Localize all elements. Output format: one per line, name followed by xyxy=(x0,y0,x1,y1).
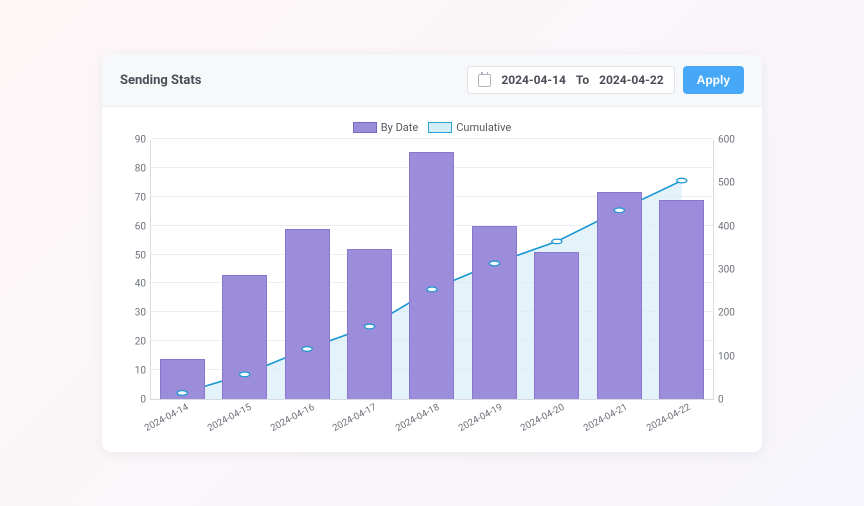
cumulative-point xyxy=(364,324,374,329)
y-left-tick: 40 xyxy=(116,279,146,290)
x-tick-label: 2024-04-22 xyxy=(645,402,693,434)
y-left-tick: 60 xyxy=(116,221,146,232)
plot xyxy=(150,140,714,400)
y-left-tick: 30 xyxy=(116,308,146,319)
date-from: 2024-04-14 xyxy=(501,73,566,87)
x-slot: 2024-04-16 xyxy=(275,400,338,434)
x-slot: 2024-04-22 xyxy=(651,400,714,434)
x-axis: 2024-04-142024-04-152024-04-162024-04-17… xyxy=(150,400,714,434)
y-left-tick: 90 xyxy=(116,135,146,146)
y-right-tick: 500 xyxy=(718,178,748,189)
calendar-icon xyxy=(478,74,491,87)
y-left-tick: 10 xyxy=(116,366,146,377)
y-left-tick: 50 xyxy=(116,250,146,261)
x-tick-label: 2024-04-14 xyxy=(143,402,191,434)
stats-card: Sending Stats 2024-04-14 To 2024-04-22 A… xyxy=(102,54,762,452)
cumulative-point xyxy=(240,372,250,377)
cumulative-points xyxy=(151,140,713,399)
y-right-tick: 0 xyxy=(718,395,748,406)
legend-by-date: By Date xyxy=(353,121,418,134)
x-tick-label: 2024-04-20 xyxy=(519,402,567,434)
y-right-tick: 300 xyxy=(718,265,748,276)
x-tick-label: 2024-04-21 xyxy=(582,402,630,434)
legend-by-date-label: By Date xyxy=(381,121,418,134)
y-right-tick: 600 xyxy=(718,135,748,146)
header-controls: 2024-04-14 To 2024-04-22 Apply xyxy=(467,66,744,94)
x-slot: 2024-04-17 xyxy=(338,400,401,434)
y-axis-left: 0102030405060708090 xyxy=(120,140,150,400)
x-tick-label: 2024-04-17 xyxy=(331,402,379,434)
y-axis-right: 0100200300400500600 xyxy=(714,140,744,400)
y-left-tick: 80 xyxy=(116,163,146,174)
cumulative-point xyxy=(614,208,624,213)
date-to-label: To xyxy=(576,73,589,87)
x-slot: 2024-04-14 xyxy=(150,400,213,434)
x-tick-label: 2024-04-15 xyxy=(206,402,254,434)
cumulative-point xyxy=(302,347,312,352)
chart-legend: By Date Cumulative xyxy=(120,121,744,134)
y-right-tick: 400 xyxy=(718,221,748,232)
cumulative-point xyxy=(427,287,437,292)
date-to: 2024-04-22 xyxy=(599,73,664,87)
y-right-tick: 200 xyxy=(718,308,748,319)
cumulative-point xyxy=(552,239,562,244)
x-tick-label: 2024-04-18 xyxy=(394,402,442,434)
x-tick-label: 2024-04-16 xyxy=(269,402,317,434)
x-slot: 2024-04-15 xyxy=(213,400,276,434)
legend-bar-swatch-icon xyxy=(353,122,377,133)
x-slot: 2024-04-19 xyxy=(463,400,526,434)
y-left-tick: 70 xyxy=(116,192,146,203)
x-slot: 2024-04-21 xyxy=(589,400,652,434)
legend-line-swatch-icon xyxy=(428,122,452,133)
card-title: Sending Stats xyxy=(120,73,201,88)
y-right-tick: 100 xyxy=(718,351,748,362)
cumulative-point xyxy=(677,178,687,183)
date-range-picker[interactable]: 2024-04-14 To 2024-04-22 xyxy=(467,66,674,94)
x-slot: 2024-04-20 xyxy=(526,400,589,434)
cumulative-point xyxy=(177,391,187,396)
y-left-tick: 20 xyxy=(116,337,146,348)
card-header: Sending Stats 2024-04-14 To 2024-04-22 A… xyxy=(102,54,762,107)
apply-button[interactable]: Apply xyxy=(683,66,744,94)
chart-body: By Date Cumulative 0102030405060708090 0… xyxy=(102,107,762,452)
legend-cumulative-label: Cumulative xyxy=(456,121,511,134)
grid-line xyxy=(151,138,713,139)
plot-area: 0102030405060708090 0100200300400500600 xyxy=(120,140,744,400)
y-left-tick: 0 xyxy=(116,395,146,406)
x-tick-label: 2024-04-19 xyxy=(457,402,505,434)
x-slot: 2024-04-18 xyxy=(401,400,464,434)
cumulative-point xyxy=(489,261,499,266)
legend-cumulative: Cumulative xyxy=(428,121,511,134)
